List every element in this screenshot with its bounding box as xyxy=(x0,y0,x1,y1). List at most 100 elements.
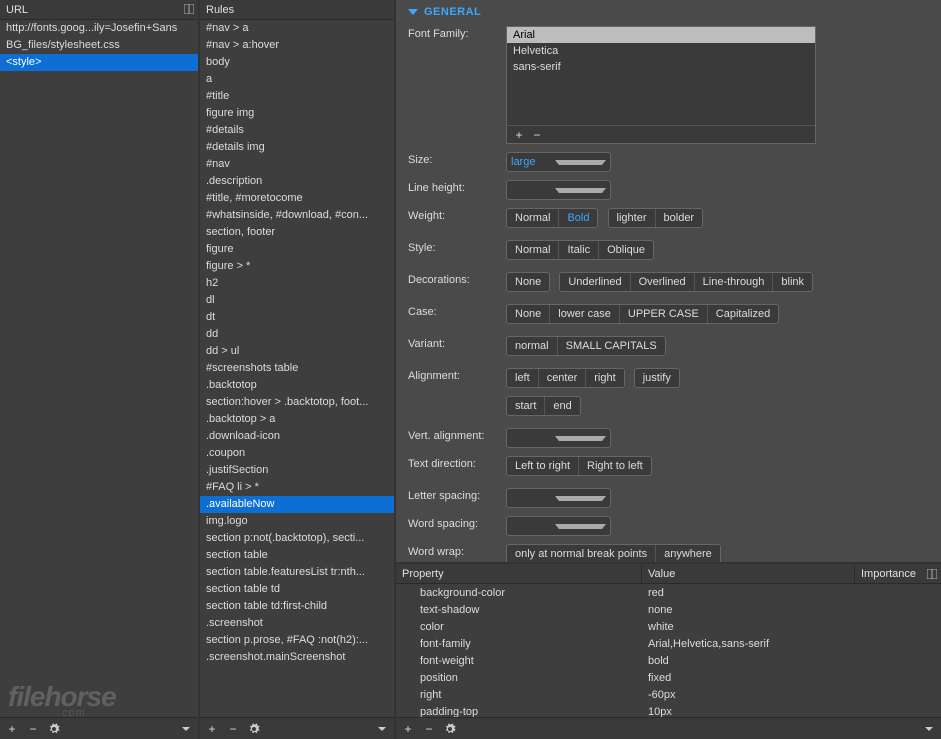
gear-icon[interactable] xyxy=(440,720,460,738)
rule-item[interactable]: .coupon xyxy=(200,445,394,462)
align-segmented[interactable]: left center right xyxy=(506,368,625,388)
url-item[interactable]: http://fonts.goog...ily=Josefin+Sans xyxy=(0,20,198,37)
rule-item[interactable]: section, footer xyxy=(200,224,394,241)
col-importance[interactable]: Importance xyxy=(855,565,925,583)
rule-item[interactable]: dd xyxy=(200,326,394,343)
rule-item[interactable]: #title, #moretocome xyxy=(200,190,394,207)
property-row[interactable]: font-weightbold xyxy=(396,652,941,669)
add-button[interactable]: + xyxy=(2,720,22,738)
rule-item[interactable]: h2 xyxy=(200,275,394,292)
property-row[interactable]: font-familyArial,Helvetica,sans-serif xyxy=(396,635,941,652)
rule-item[interactable]: #details xyxy=(200,122,394,139)
property-row[interactable]: colorwhite xyxy=(396,618,941,635)
rule-item[interactable]: .screenshot xyxy=(200,615,394,632)
columns-icon[interactable] xyxy=(925,567,939,581)
font-item[interactable]: Arial xyxy=(507,27,815,43)
rule-item[interactable]: #whatsinside, #download, #con... xyxy=(200,207,394,224)
textdir-rtl[interactable]: Right to left xyxy=(579,457,651,475)
decoration-linethrough[interactable]: Line-through xyxy=(695,273,774,291)
property-row[interactable]: right-60px xyxy=(396,686,941,703)
disclosure-triangle-icon[interactable] xyxy=(408,9,418,15)
decoration-blink[interactable]: blink xyxy=(773,273,812,291)
rule-item[interactable]: dd > ul xyxy=(200,343,394,360)
property-row[interactable]: background-colorred xyxy=(396,584,941,601)
weight-bolder[interactable]: bolder xyxy=(656,209,703,227)
gear-icon[interactable] xyxy=(44,720,64,738)
properties-table[interactable]: background-colorredtext-shadownonecolorw… xyxy=(396,584,941,717)
url-item[interactable]: <style> xyxy=(0,54,198,71)
font-item[interactable]: Helvetica xyxy=(507,43,815,59)
rule-item[interactable]: figure img xyxy=(200,105,394,122)
decoration-none[interactable]: None xyxy=(506,272,550,292)
font-item[interactable]: sans-serif xyxy=(507,59,815,75)
style-oblique[interactable]: Oblique xyxy=(599,241,653,259)
rule-item[interactable]: figure xyxy=(200,241,394,258)
letterspacing-select[interactable]: . xyxy=(506,488,611,508)
wordwrap-segmented[interactable]: only at normal break points anywhere xyxy=(506,544,721,564)
rule-item[interactable]: section p.prose, #FAQ :not(h2):... xyxy=(200,632,394,649)
rule-item[interactable]: .justifSection xyxy=(200,462,394,479)
rule-item[interactable]: dl xyxy=(200,292,394,309)
property-row[interactable]: padding-top10px xyxy=(396,703,941,717)
rule-item[interactable]: section:hover > .backtotop, foot... xyxy=(200,394,394,411)
rule-item[interactable]: .backtotop > a xyxy=(200,411,394,428)
rule-item[interactable]: #FAQ li > * xyxy=(200,479,394,496)
line-height-select[interactable]: . xyxy=(506,180,611,200)
align-right[interactable]: right xyxy=(586,369,623,387)
align-start[interactable]: start xyxy=(507,397,545,415)
col-property[interactable]: Property xyxy=(396,565,642,583)
align-center[interactable]: center xyxy=(539,369,587,387)
add-button[interactable]: + xyxy=(202,720,222,738)
url-list[interactable]: http://fonts.goog...ily=Josefin+SansBG_f… xyxy=(0,20,198,717)
rule-item[interactable]: #details img xyxy=(200,139,394,156)
variant-segmented[interactable]: normal SMALL CAPITALS xyxy=(506,336,666,356)
dropdown-icon[interactable] xyxy=(918,720,938,738)
rule-item[interactable]: .availableNow xyxy=(200,496,394,513)
weight-relative-segmented[interactable]: lighter bolder xyxy=(608,208,704,228)
align-end[interactable]: end xyxy=(545,397,579,415)
rule-item[interactable]: img.logo xyxy=(200,513,394,530)
rule-item[interactable]: .download-icon xyxy=(200,428,394,445)
wordspacing-select[interactable]: . xyxy=(506,516,611,536)
decoration-underlined[interactable]: Underlined xyxy=(560,273,630,291)
variant-smallcaps[interactable]: SMALL CAPITALS xyxy=(558,337,665,355)
add-button[interactable]: + xyxy=(398,720,418,738)
style-italic[interactable]: Italic xyxy=(559,241,599,259)
rule-item[interactable]: #screenshots table xyxy=(200,360,394,377)
case-lower[interactable]: lower case xyxy=(550,305,620,323)
rule-item[interactable]: section table td:first-child xyxy=(200,598,394,615)
rules-list[interactable]: #nav > a#nav > a:hoverbodya#titlefigure … xyxy=(200,20,394,717)
rule-item[interactable]: body xyxy=(200,54,394,71)
rule-item[interactable]: .description xyxy=(200,173,394,190)
case-segmented[interactable]: None lower case UPPER CASE Capitalized xyxy=(506,304,779,324)
dropdown-icon[interactable] xyxy=(371,720,391,738)
remove-button[interactable]: − xyxy=(23,720,43,738)
col-value[interactable]: Value xyxy=(642,565,855,583)
rule-item[interactable]: #nav xyxy=(200,156,394,173)
align-startend-segmented[interactable]: start end xyxy=(506,396,581,416)
remove-button[interactable]: − xyxy=(419,720,439,738)
align-justify[interactable]: justify xyxy=(634,368,680,388)
dropdown-icon[interactable] xyxy=(175,720,195,738)
size-select[interactable]: large xyxy=(506,152,611,172)
weight-normal[interactable]: Normal xyxy=(507,209,559,227)
rule-item[interactable]: section table td xyxy=(200,581,394,598)
decoration-overlined[interactable]: Overlined xyxy=(631,273,695,291)
rule-item[interactable]: a xyxy=(200,71,394,88)
font-family-list[interactable]: ArialHelveticasans-serif + − xyxy=(506,26,816,144)
rule-item[interactable]: section table xyxy=(200,547,394,564)
remove-button[interactable]: − xyxy=(223,720,243,738)
textdir-ltr[interactable]: Left to right xyxy=(507,457,579,475)
section-header[interactable]: GENERAL xyxy=(408,6,931,18)
variant-normal[interactable]: normal xyxy=(507,337,558,355)
columns-icon[interactable] xyxy=(182,2,196,16)
property-row[interactable]: text-shadownone xyxy=(396,601,941,618)
remove-font-button[interactable]: − xyxy=(528,128,546,142)
style-normal[interactable]: Normal xyxy=(507,241,559,259)
case-upper[interactable]: UPPER CASE xyxy=(620,305,708,323)
rule-item[interactable]: dt xyxy=(200,309,394,326)
wordwrap-anywhere[interactable]: anywhere xyxy=(656,545,720,563)
rule-item[interactable]: #nav > a:hover xyxy=(200,37,394,54)
weight-lighter[interactable]: lighter xyxy=(609,209,656,227)
add-font-button[interactable]: + xyxy=(510,128,528,142)
